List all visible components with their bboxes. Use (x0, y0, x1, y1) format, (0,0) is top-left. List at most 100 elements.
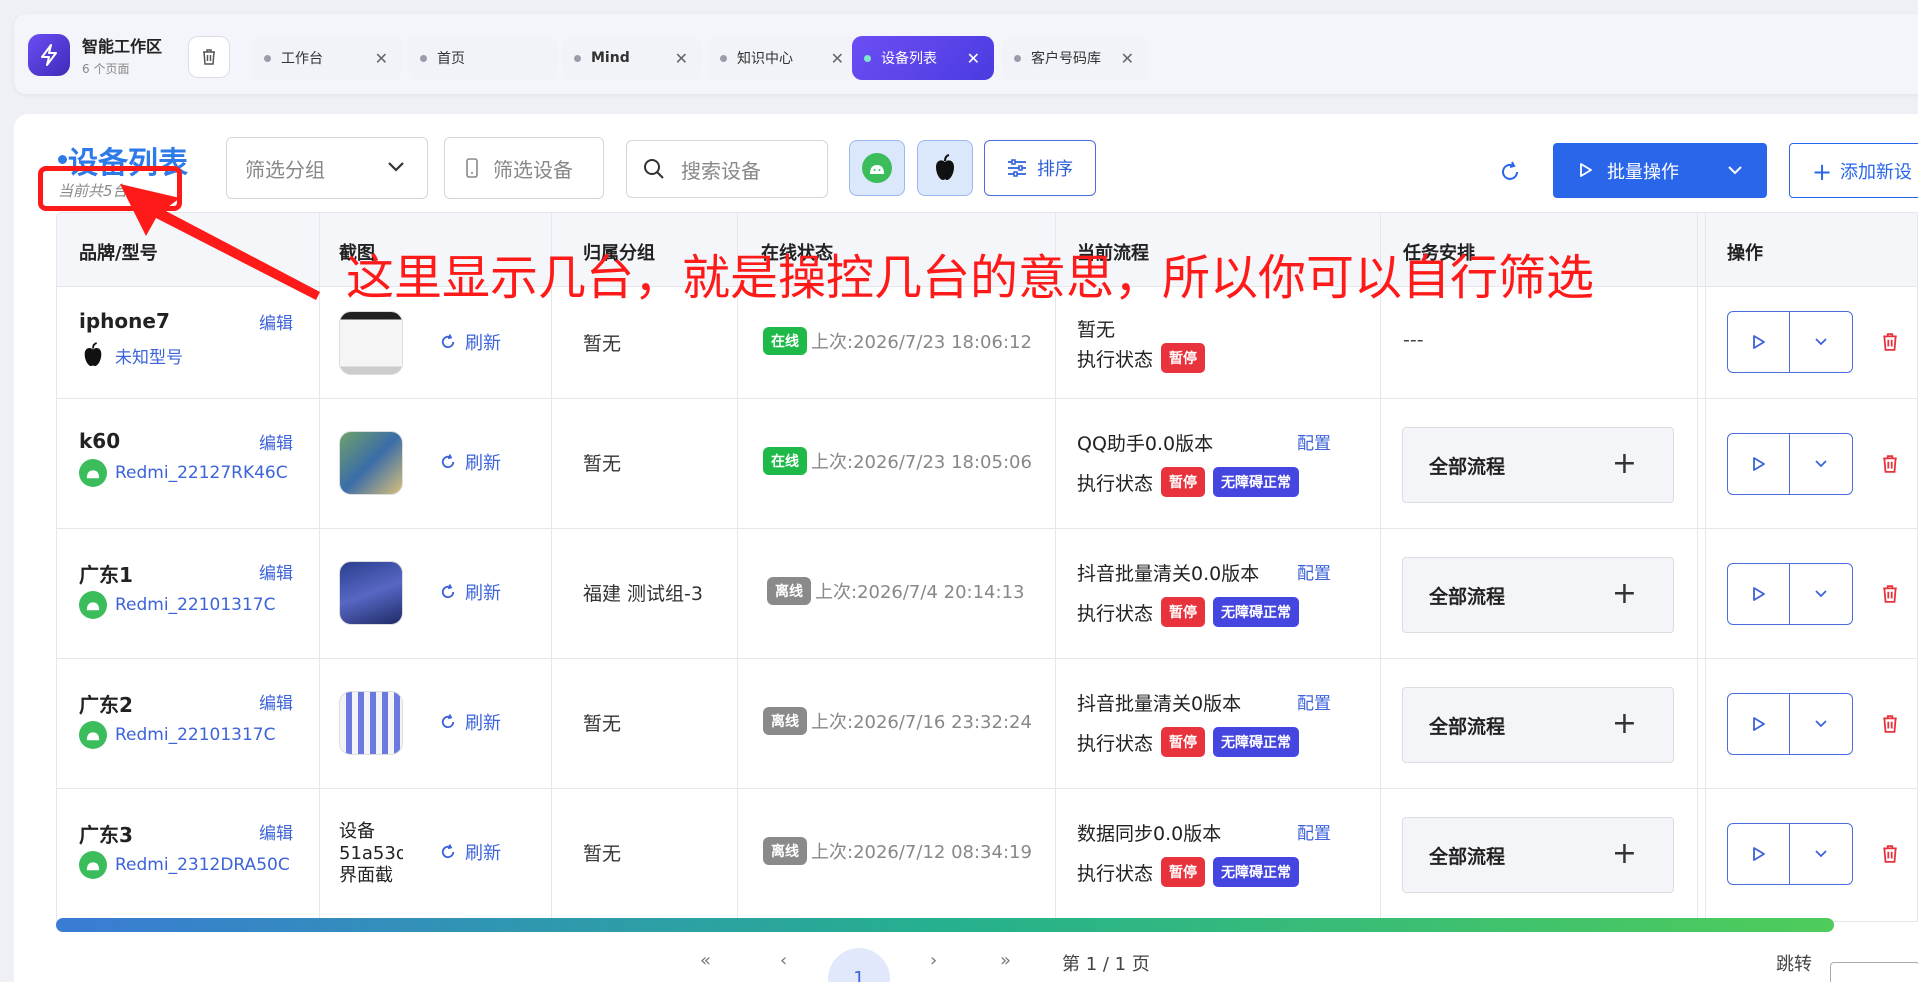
add-label: 添加新设 (1840, 161, 1912, 183)
workspace-subtitle: 6 个页面 (82, 62, 130, 76)
search-placeholder: 搜索设备 (681, 158, 761, 183)
run-button[interactable] (1728, 434, 1790, 494)
last-seen: 上次:2026/7/12 08:34:19 (811, 842, 1032, 863)
close-icon[interactable]: ✕ (831, 49, 844, 68)
delete-icon[interactable] (1881, 453, 1899, 475)
more-actions-button[interactable] (1790, 824, 1852, 884)
tab-device-list[interactable]: 设备列表 ✕ (852, 36, 994, 80)
close-icon[interactable]: ✕ (967, 49, 980, 68)
prev-page-button[interactable]: ‹ (780, 950, 787, 971)
more-actions-button[interactable] (1790, 312, 1852, 372)
device-screenshot[interactable] (339, 431, 403, 495)
run-button[interactable] (1728, 694, 1790, 754)
task-flow-select[interactable]: 全部流程 + (1402, 817, 1674, 893)
plus-icon[interactable]: + (1612, 576, 1637, 611)
sort-button[interactable]: 排序 (984, 140, 1096, 196)
tab-home[interactable]: 首页 (408, 36, 558, 80)
edit-link[interactable]: 编辑 (259, 309, 293, 334)
device-screenshot[interactable] (339, 691, 403, 755)
table-row: 广东1 编辑 Redmi_22101317C 刷新 福建 测试组-3 离线 上次… (57, 529, 1917, 659)
chevron-down-icon (388, 162, 404, 172)
tab-customer-numbers[interactable]: 客户号码库 ✕ (1002, 36, 1148, 80)
edit-link[interactable]: 编辑 (259, 559, 293, 584)
device-model-label[interactable]: Redmi_22101317C (115, 595, 275, 615)
apple-icon (936, 154, 954, 180)
apple-filter-button[interactable] (917, 140, 973, 196)
refresh-screenshot-button[interactable]: 刷新 (439, 709, 501, 735)
jump-label: 跳转 (1776, 954, 1812, 975)
close-icon[interactable]: ✕ (375, 49, 388, 68)
plus-icon[interactable]: + (1612, 706, 1637, 741)
run-button[interactable] (1728, 564, 1790, 624)
phone-icon (466, 158, 478, 178)
more-actions-button[interactable] (1790, 694, 1852, 754)
chevron-down-icon[interactable] (1727, 163, 1743, 177)
run-button[interactable] (1728, 824, 1790, 884)
task-flow-select[interactable]: 全部流程 + (1402, 557, 1674, 633)
last-seen: 上次:2026/7/16 23:32:24 (811, 712, 1032, 733)
more-actions-button[interactable] (1790, 434, 1852, 494)
last-page-button[interactable]: » (1000, 950, 1011, 971)
delete-icon[interactable] (1881, 843, 1899, 865)
status-badge: 离线 (767, 577, 811, 605)
config-link[interactable]: 配置 (1297, 559, 1331, 584)
device-filter-select[interactable]: 筛选设备 (444, 137, 604, 199)
more-actions-button[interactable] (1790, 564, 1852, 624)
edit-link[interactable]: 编辑 (259, 689, 293, 714)
task-label: 全部流程 (1429, 845, 1506, 868)
delete-icon[interactable] (1881, 583, 1899, 605)
device-screenshot[interactable]: 设备51a53d界面截 (339, 821, 403, 885)
edit-link[interactable]: 编辑 (259, 429, 293, 454)
delete-icon[interactable] (1881, 713, 1899, 735)
device-screenshot[interactable] (339, 561, 403, 625)
clear-tabs-button[interactable] (188, 36, 230, 78)
run-button[interactable] (1728, 312, 1790, 372)
online-status: 在线 上次:2026/7/23 18:05:06 (763, 447, 1032, 475)
tab-dot (264, 54, 271, 62)
close-icon[interactable]: ✕ (1121, 49, 1134, 68)
tab-workbench[interactable]: 工作台 ✕ (252, 36, 402, 80)
device-model-label[interactable]: Redmi_22127RK46C (115, 463, 288, 483)
android-filter-button[interactable] (849, 140, 905, 196)
edit-link[interactable]: 编辑 (259, 819, 293, 844)
next-page-button[interactable]: › (930, 950, 937, 971)
last-seen: 上次:2026/7/23 18:05:06 (811, 452, 1032, 473)
chevron-down-icon (1815, 338, 1827, 346)
batch-operation-button[interactable]: 批量操作 (1553, 143, 1767, 198)
reload-icon[interactable] (1498, 160, 1522, 184)
current-flow: QQ助手0.0版本 (1077, 433, 1214, 455)
jump-page-input[interactable] (1830, 962, 1918, 982)
accessibility-badge: 无障碍正常 (1213, 857, 1300, 887)
device-screenshot[interactable] (339, 311, 403, 375)
plus-icon[interactable]: + (1612, 836, 1637, 871)
device-model-label[interactable]: 未知型号 (115, 343, 183, 368)
scrollbar-thumb[interactable] (56, 918, 1834, 932)
add-device-button[interactable]: + 添加新设 (1789, 143, 1918, 198)
refresh-screenshot-button[interactable]: 刷新 (439, 579, 501, 605)
task-label: 全部流程 (1429, 455, 1506, 478)
close-icon[interactable]: ✕ (675, 49, 688, 68)
config-link[interactable]: 配置 (1297, 819, 1331, 844)
refresh-icon (441, 454, 455, 469)
search-input[interactable]: 搜索设备 (626, 140, 828, 198)
workspace-switcher[interactable]: 智能工作区 6 个页面 (28, 33, 162, 77)
tab-mind[interactable]: Mind ✕ (562, 36, 702, 80)
task-flow-select[interactable]: 全部流程 + (1402, 427, 1674, 503)
first-page-button[interactable]: « (700, 950, 711, 971)
config-link[interactable]: 配置 (1297, 429, 1331, 454)
tab-knowledge[interactable]: 知识中心 ✕ (708, 36, 858, 80)
task-flow-select[interactable]: 全部流程 + (1402, 687, 1674, 763)
search-icon (644, 159, 664, 179)
refresh-screenshot-button[interactable]: 刷新 (439, 329, 501, 355)
last-seen: 上次:2026/7/23 18:06:12 (811, 332, 1032, 353)
config-link[interactable]: 配置 (1297, 689, 1331, 714)
refresh-screenshot-button[interactable]: 刷新 (439, 449, 501, 475)
refresh-icon (441, 714, 455, 729)
refresh-screenshot-button[interactable]: 刷新 (439, 839, 501, 865)
device-model-label[interactable]: Redmi_2312DRA50C (115, 855, 290, 875)
plus-icon[interactable]: + (1612, 446, 1637, 481)
tab-label: 工作台 (281, 51, 323, 67)
device-model-label[interactable]: Redmi_22101317C (115, 725, 275, 745)
status-badge: 离线 (763, 837, 807, 865)
delete-icon[interactable] (1881, 331, 1899, 353)
